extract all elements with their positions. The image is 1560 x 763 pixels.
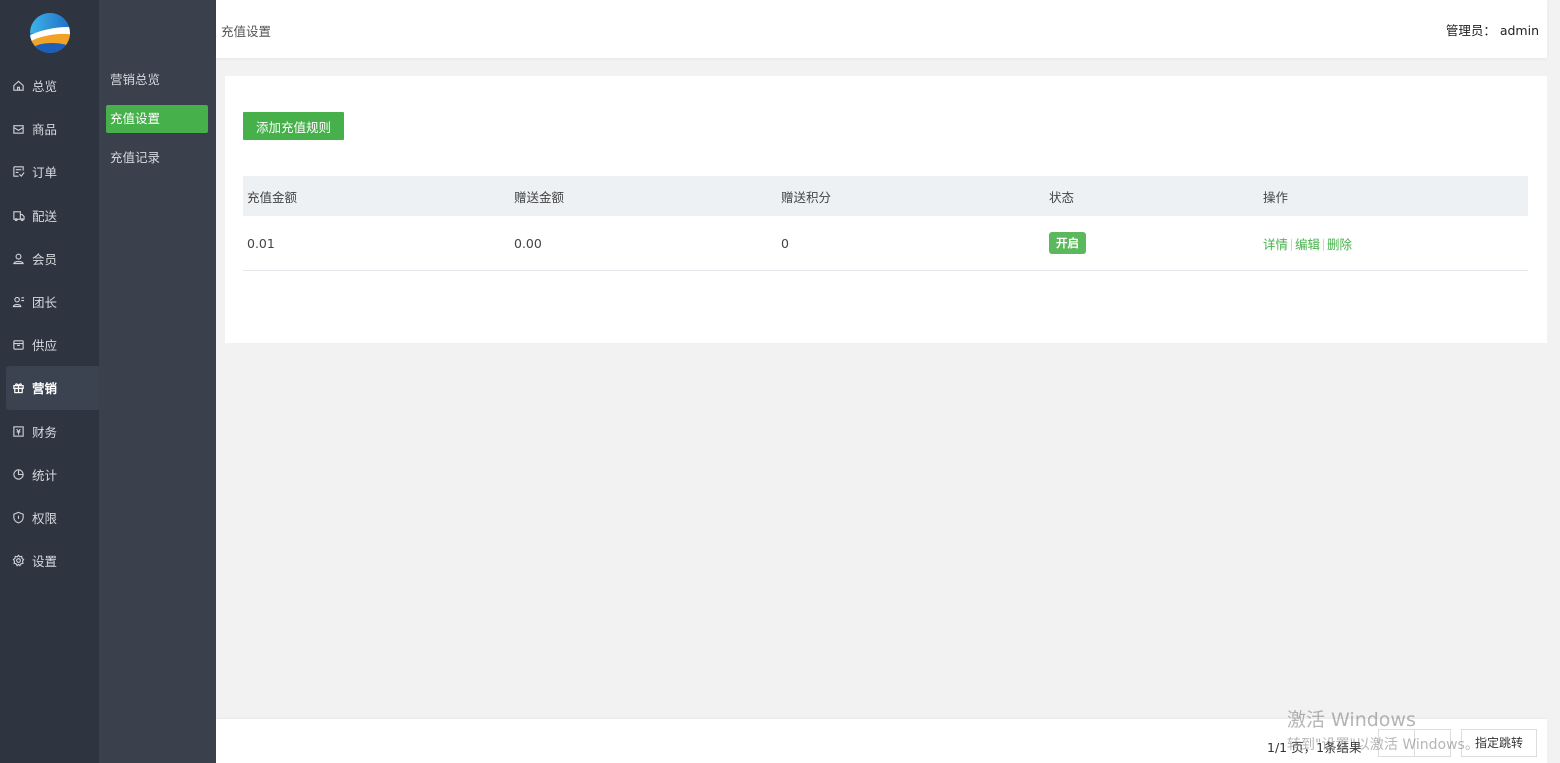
table-header: 充值金额 赠送金额 赠送积分 状态 操作	[243, 176, 1528, 216]
sidebar-item-finance[interactable]: 财务	[0, 410, 99, 453]
sidebar-item-label: 权限	[32, 510, 58, 526]
leader-icon	[11, 295, 25, 309]
sidebar-item-orders[interactable]: 订单	[0, 150, 99, 193]
order-icon	[11, 165, 25, 179]
sidebar-item-statistics[interactable]: 统计	[0, 453, 99, 496]
breadcrumb: 充值设置	[221, 24, 272, 39]
sidebar-item-label: 会员	[32, 251, 58, 267]
gear-icon	[11, 554, 25, 568]
pagination-info: 1/1 页，1条结果	[1267, 740, 1362, 755]
column-header: 状态	[1049, 189, 1075, 205]
delete-link[interactable]: 删除	[1327, 237, 1352, 252]
subnav-item-recharge-settings[interactable]: 充值设置	[106, 105, 208, 133]
prev-page-button[interactable]	[1378, 729, 1415, 757]
logo[interactable]	[30, 13, 70, 53]
goods-icon	[11, 122, 25, 136]
sidebar-item-marketing[interactable]: 营销	[6, 366, 99, 410]
sidebar-item-overview[interactable]: 总览	[0, 64, 99, 107]
subnav-item-recharge-records[interactable]: 充值记录	[106, 144, 208, 172]
column-header: 赠送积分	[781, 189, 832, 205]
sidebar-item-label: 营销	[32, 381, 58, 397]
divider	[1291, 239, 1293, 251]
sidebar-item-label: 订单	[32, 165, 58, 181]
shield-icon	[11, 510, 25, 524]
recharge-rules-table: 充值金额 赠送金额 赠送积分 状态 操作 0.01 0.00 0 开启 详情 编辑…	[243, 176, 1528, 271]
add-recharge-rule-button[interactable]: 添加充值规则	[243, 112, 344, 140]
recharge-amount-cell: 0.01	[247, 235, 275, 251]
actions-cell: 详情 编辑 删除	[1259, 234, 1528, 253]
jump-to-page-button[interactable]: 指定跳转	[1461, 729, 1537, 757]
admin-label[interactable]: 管理员： admin	[1446, 20, 1539, 39]
sidebar-item-delivery[interactable]: 配送	[0, 194, 99, 237]
delivery-icon	[11, 208, 25, 222]
column-header: 充值金额	[247, 189, 298, 205]
sidebar-item-permissions[interactable]: 权限	[0, 496, 99, 539]
member-icon	[11, 251, 25, 265]
next-page-button[interactable]	[1414, 729, 1451, 757]
pagination-bar: 1/1 页，1条结果 指定跳转	[216, 719, 1547, 763]
sidebar-item-label: 商品	[32, 122, 58, 138]
table-row: 0.01 0.00 0 开启 详情 编辑 删除	[243, 216, 1528, 271]
sidebar-item-goods[interactable]: 商品	[0, 107, 99, 150]
pie-chart-icon	[11, 467, 25, 481]
sidebar-item-label: 财务	[32, 424, 58, 440]
top-bar: 充值设置 管理员： admin	[216, 0, 1547, 58]
sidebar-item-label: 供应	[32, 338, 58, 354]
gift-icon	[11, 381, 25, 395]
primary-nav: 总览 商品 订单 配送 会员 团长 供应 营销 财务 统计 权限 设置	[0, 64, 99, 582]
sidebar-item-settings[interactable]: 设置	[0, 539, 99, 582]
sidebar-item-label: 总览	[32, 79, 58, 95]
edit-link[interactable]: 编辑	[1295, 237, 1320, 252]
status-cell: 开启	[1045, 232, 1259, 254]
sidebar-item-label: 配送	[32, 208, 58, 224]
secondary-nav: 营销总览 充值设置 充值记录	[106, 66, 208, 183]
sidebar-item-label: 统计	[32, 467, 58, 483]
supply-icon	[11, 338, 25, 352]
primary-sidebar: 总览 商品 订单 配送 会员 团长 供应 营销 财务 统计 权限 设置	[0, 0, 99, 763]
sidebar-item-members[interactable]: 会员	[0, 237, 99, 280]
divider	[1323, 239, 1325, 251]
bonus-points-cell: 0	[781, 235, 789, 251]
sidebar-item-label: 设置	[32, 554, 58, 570]
detail-link[interactable]: 详情	[1263, 237, 1288, 252]
home-icon	[11, 79, 25, 93]
finance-icon	[11, 424, 25, 438]
column-header: 操作	[1263, 189, 1289, 205]
sidebar-item-leader[interactable]: 团长	[0, 280, 99, 323]
secondary-sidebar: 营销总览 充值设置 充值记录	[99, 0, 216, 763]
sidebar-item-supply[interactable]: 供应	[0, 323, 99, 366]
bonus-amount-cell: 0.00	[514, 235, 542, 251]
status-badge[interactable]: 开启	[1049, 232, 1086, 254]
main-card: 添加充值规则 充值金额 赠送金额 赠送积分 状态 操作 0.01 0.00 0 …	[225, 76, 1547, 343]
sidebar-item-label: 团长	[32, 295, 58, 311]
column-header: 赠送金额	[514, 189, 565, 205]
subnav-item-marketing-overview[interactable]: 营销总览	[106, 66, 208, 94]
